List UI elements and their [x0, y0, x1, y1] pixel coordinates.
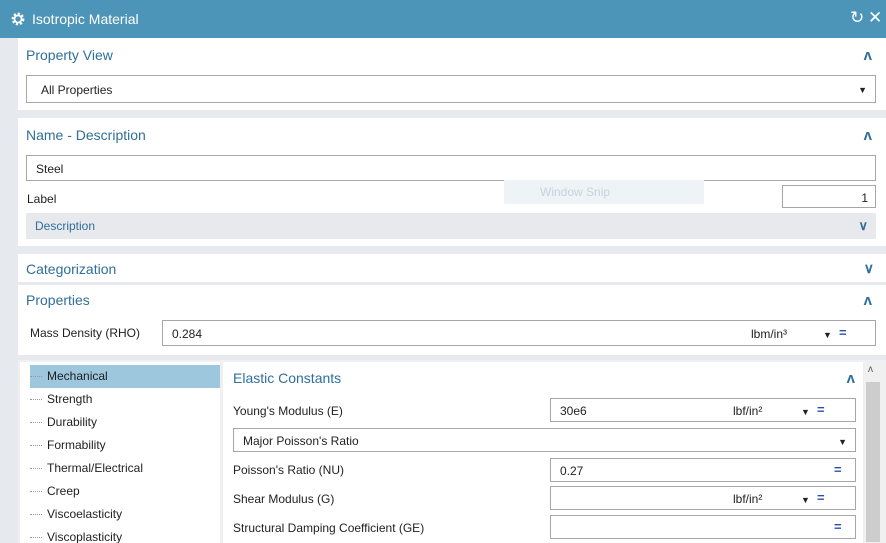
chevron-up-icon[interactable]: ʌ [864, 47, 872, 64]
category-tree: Mechanical Strength Durability Formabili… [20, 362, 220, 543]
label-field-label: Label [27, 192, 57, 206]
damping-coefficient-input[interactable]: = [550, 515, 856, 539]
poisson-ratio-value: 0.27 [560, 464, 584, 478]
scroll-up-icon[interactable]: ʌ [868, 364, 873, 375]
shear-modulus-input[interactable]: lbf/in² ▼ = [550, 486, 856, 510]
equals-icon[interactable]: = [839, 325, 847, 340]
name-input[interactable]: Steel [26, 155, 876, 181]
property-view-panel: Property View ʌ All Properties ▼ [18, 38, 886, 110]
shear-modulus-label: Shear Modulus (G) [233, 492, 335, 506]
description-label: Description [35, 219, 96, 233]
mass-density-unit: lbm/in³ [751, 327, 788, 341]
shear-modulus-unit: lbf/in² [733, 492, 763, 506]
gear-icon [11, 12, 25, 26]
categorization-panel: Categorization ∨ [18, 254, 886, 282]
name-description-title: Name - Description [26, 127, 146, 143]
unit-dropdown-icon[interactable]: ▼ [801, 495, 810, 505]
close-icon[interactable]: ✕ [868, 8, 882, 28]
equals-icon[interactable]: = [834, 519, 842, 534]
chevron-up-icon[interactable]: ʌ [864, 127, 872, 144]
scrollbar-thumb[interactable] [866, 382, 880, 542]
properties-panel: Properties ʌ Mass Density (RHO) 0.284 lb… [18, 285, 886, 355]
tree-item-creep[interactable]: Creep [30, 480, 220, 503]
categorization-title: Categorization [26, 261, 117, 277]
vertical-scrollbar[interactable]: ʌ [864, 362, 882, 543]
youngs-modulus-unit: lbf/in² [733, 404, 763, 418]
overlay-text: Window Snip [540, 185, 611, 199]
tree-item-formability[interactable]: Formability [30, 434, 220, 457]
poisson-ratio-label: Poisson's Ratio (NU) [233, 463, 344, 477]
poisson-mode-select[interactable]: Major Poisson's Ratio ▼ [233, 428, 856, 452]
label-value: 1 [861, 191, 868, 205]
label-number-input[interactable]: 1 [782, 185, 876, 208]
youngs-modulus-value: 30e6 [560, 404, 587, 418]
window-title: Isotropic Material [32, 11, 139, 27]
youngs-modulus-label: Young's Modulus (E) [233, 404, 343, 418]
name-value: Steel [36, 162, 64, 176]
tree-item-mechanical[interactable]: Mechanical [30, 365, 220, 388]
description-toggle[interactable]: Description ∨ [26, 213, 876, 239]
elastic-constants-panel: Elastic Constants ʌ Young's Modulus (E) … [223, 362, 863, 543]
tree-item-viscoplasticity[interactable]: Viscoplasticity [30, 526, 220, 543]
property-view-value: All Properties [41, 83, 113, 97]
tree-item-durability[interactable]: Durability [30, 411, 220, 434]
damping-coefficient-label: Structural Damping Coefficient (GE) [233, 521, 425, 535]
unit-dropdown-icon[interactable]: ▼ [801, 407, 810, 417]
tree-item-strength[interactable]: Strength [30, 388, 220, 411]
equals-icon[interactable]: = [817, 490, 825, 505]
chevron-down-icon[interactable]: ∨ [864, 260, 874, 277]
tree-item-viscoelasticity[interactable]: Viscoelasticity [30, 503, 220, 526]
title-bar: Isotropic Material ↻ ✕ [0, 0, 886, 38]
property-view-select[interactable]: All Properties ▼ [26, 75, 876, 103]
equals-icon[interactable]: = [817, 402, 825, 417]
name-description-panel: Name - Description ʌ Steel Label Window … [18, 118, 886, 246]
reset-icon[interactable]: ↻ [850, 8, 864, 28]
equals-icon[interactable]: = [834, 462, 842, 477]
youngs-modulus-input[interactable]: 30e6 lbf/in² ▼ = [550, 398, 856, 422]
window-snip-overlay: Window Snip [504, 180, 704, 204]
mass-density-value: 0.284 [172, 327, 203, 341]
mass-density-input[interactable]: 0.284 lbm/in³ ▼ = [162, 320, 876, 346]
tree-item-thermal-electrical[interactable]: Thermal/Electrical [30, 457, 220, 480]
dropdown-arrow-icon[interactable]: ▼ [838, 437, 847, 447]
chevron-up-icon[interactable]: ʌ [847, 370, 855, 387]
property-view-title: Property View [26, 47, 113, 63]
poisson-mode-value: Major Poisson's Ratio [243, 434, 359, 448]
chevron-up-icon[interactable]: ʌ [864, 292, 872, 309]
unit-dropdown-icon[interactable]: ▼ [823, 330, 832, 340]
elastic-constants-title: Elastic Constants [233, 370, 342, 386]
dropdown-arrow-icon[interactable]: ▼ [858, 85, 867, 95]
chevron-down-icon[interactable]: ∨ [858, 218, 868, 234]
properties-title: Properties [26, 292, 90, 308]
poisson-ratio-input[interactable]: 0.27 = [550, 458, 856, 482]
mass-density-label: Mass Density (RHO) [30, 326, 141, 340]
